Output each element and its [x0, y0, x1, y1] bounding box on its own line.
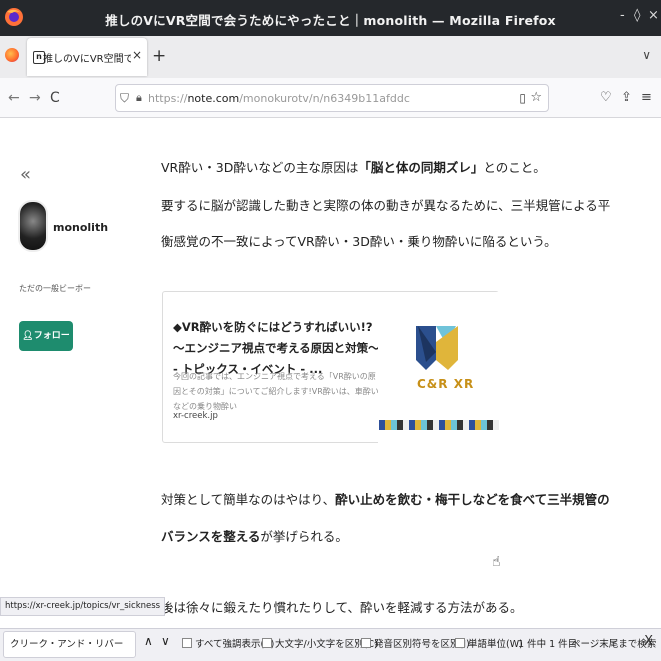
tab-active[interactable]: n 推しのVにVR空間で会うため × — [27, 38, 147, 76]
creator-sidebar: « monolith ただの一般ビーボー 👤︎フォロー — [0, 119, 150, 628]
avatar[interactable] — [18, 200, 48, 252]
firefox-view-icon[interactable] — [5, 48, 19, 62]
card-domain: xr-creek.jp — [173, 411, 218, 421]
highlight-all-checkbox[interactable]: すべて強調表示(A) — [182, 636, 274, 650]
reader-view-icon[interactable]: ▯ — [519, 91, 526, 105]
navigation-toolbar: ← → C ⛉ 🔒︎ https://note.com/monokurotv/n… — [0, 78, 661, 118]
collapse-sidebar-icon[interactable]: « — [20, 164, 31, 185]
follow-button[interactable]: 👤︎フォロー — [19, 321, 73, 351]
match-diacritics-checkbox[interactable]: 発音区別符号を区別(I) — [361, 636, 470, 650]
find-result-count: 1 件中 1 件目 — [518, 639, 578, 650]
tab-strip: n 推しのVにVR空間で会うため × — [0, 36, 661, 78]
bookmark-star-icon[interactable]: ☆ — [530, 90, 542, 105]
find-previous-button[interactable]: ∧ — [144, 634, 153, 648]
mosaic-decoration — [379, 420, 499, 430]
find-input[interactable]: クリーク・アンド・リバー — [3, 631, 136, 658]
tab-close-icon[interactable]: × — [132, 48, 142, 62]
link-preview-card[interactable]: ◆VR酔いを防ぐにはどうすればいい!?～エンジニア視点で考える原因と対策～ - … — [162, 291, 499, 443]
paragraph-1: VR酔い・3D酔いなどの主な原因は「脳と体の同期ズレ」とのこと。 — [161, 160, 546, 175]
window-titlebar: 推しのVにVR空間で会うためにやったこと｜monolith — Mozilla … — [0, 0, 661, 36]
paragraph-6: 後は徐々に鍛えたり慣れたりして、酔いを軽減する方法がある。 — [161, 600, 523, 615]
find-next-button[interactable]: ∨ — [161, 634, 170, 648]
person-plus-icon: 👤︎ — [22, 331, 34, 341]
close-window-button[interactable]: × — [648, 8, 659, 23]
close-find-bar-button[interactable]: X — [644, 634, 653, 649]
extensions-icon[interactable]: ⇪ — [621, 90, 632, 105]
minimize-button[interactable]: - — [620, 8, 625, 23]
paragraph-5: バランスを整えるが挙げられる。 — [161, 529, 348, 544]
find-bar: クリーク・アンド・リバー ∧ ∨ すべて強調表示(A) 大文字/小文字を区別(C… — [0, 628, 661, 661]
paragraph-3: 衡感覚の不一致によってVR酔い・3D酔い・乗り物酔いに陥るという。 — [161, 234, 557, 249]
card-brand: C&R XR — [417, 377, 475, 391]
tab-label: 推しのVにVR空間で会うため — [43, 54, 131, 65]
list-all-tabs-button[interactable]: ∨ — [642, 48, 651, 62]
pointer-hand-icon: ☝ — [492, 554, 501, 570]
url-text[interactable]: https://note.com/monokurotv/n/n6349b11af… — [148, 92, 410, 105]
back-button[interactable]: ← — [8, 90, 20, 106]
pocket-icon[interactable]: ♡ — [600, 90, 612, 105]
tracking-shield-icon[interactable]: ⛉ — [120, 91, 129, 106]
url-bar[interactable]: ⛉ 🔒︎ https://note.com/monokurotv/n/n6349… — [115, 84, 549, 112]
reload-button[interactable]: C — [50, 90, 60, 106]
restore-button[interactable]: ◊ — [634, 8, 640, 23]
creator-bio: ただの一般ビーボー — [19, 284, 91, 293]
creator-name[interactable]: monolith — [53, 221, 108, 234]
status-link-preview: https://xr-creek.jp/topics/vr_sickness — [0, 597, 166, 616]
card-description: 今回の記事では、エンジニア視点で考える「VR酔いの原因とその対策」についてご紹介… — [173, 372, 379, 411]
paragraph-4: 対策として簡単なのはやはり、酔い止めを飲む・梅干しなどを食べて三半規管の — [161, 492, 610, 507]
whole-words-checkbox[interactable]: 単語単位(W) — [455, 636, 523, 650]
new-tab-button[interactable]: + — [152, 46, 166, 66]
forward-button[interactable]: → — [29, 90, 41, 106]
app-menu-button[interactable]: ≡ — [641, 90, 652, 105]
page-content: « monolith ただの一般ビーボー 👤︎フォロー VR酔い・3D酔いなどの… — [0, 119, 661, 628]
lock-icon[interactable]: 🔒︎ — [136, 91, 142, 105]
paragraph-2: 要するに脳が認識した動きと実際の体の動きが異なるために、三半規管による平 — [161, 198, 611, 213]
window-title: 推しのVにVR空間で会うためにやったこと｜monolith — Mozilla … — [105, 13, 556, 28]
